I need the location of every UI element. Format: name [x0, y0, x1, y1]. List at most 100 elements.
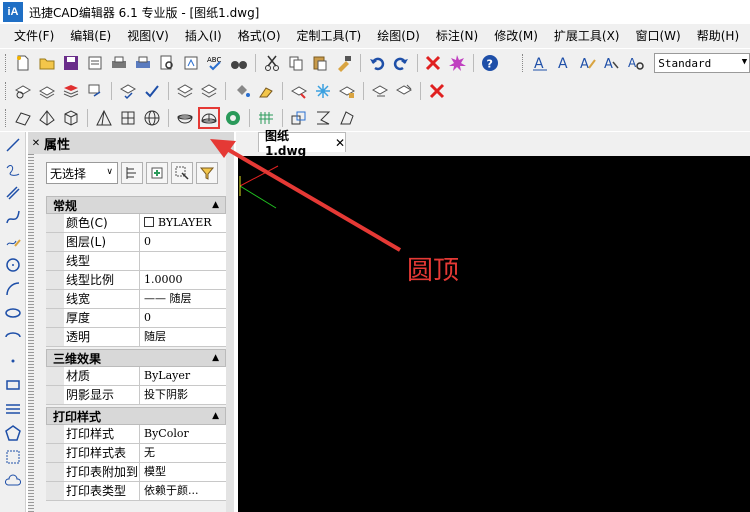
panel-grip[interactable] — [28, 154, 34, 512]
zoom-preview-icon[interactable] — [156, 52, 178, 74]
property-value[interactable]: BYLAYER — [140, 214, 226, 232]
wedge-surface-icon[interactable] — [36, 107, 58, 129]
print-preview-icon[interactable] — [84, 52, 106, 74]
menu-file[interactable]: 文件(F) — [6, 24, 62, 48]
torus-surface-icon[interactable] — [222, 107, 244, 129]
edit-text-icon[interactable]: A — [577, 52, 599, 74]
property-row-plot-table[interactable]: 打印样式表无 — [46, 444, 226, 463]
text-style-icon[interactable]: A — [529, 52, 551, 74]
highlight-icon[interactable] — [255, 80, 277, 102]
property-row-plot-style[interactable]: 打印样式 ByColor — [46, 425, 226, 444]
sphere-surface-icon[interactable] — [141, 107, 163, 129]
property-value[interactable]: 无 — [140, 444, 226, 462]
multiline-icon[interactable] — [2, 182, 24, 204]
region-icon[interactable] — [2, 446, 24, 468]
text-style-select[interactable]: Standard ▼ — [654, 53, 750, 73]
layer-merge-icon[interactable] — [174, 80, 196, 102]
redo-icon[interactable] — [390, 52, 412, 74]
cloud-icon[interactable] — [2, 470, 24, 492]
toggle-pickadd-button[interactable] — [121, 162, 143, 184]
layer-delete-icon[interactable] — [393, 80, 415, 102]
collapse-icon[interactable]: ▲ — [212, 200, 219, 210]
property-row-plot-attached[interactable]: 打印表附加到 模型 — [46, 463, 226, 482]
arc-icon[interactable] — [2, 278, 24, 300]
toolbar-grip[interactable] — [522, 54, 525, 72]
ellipse-arc-icon[interactable] — [2, 326, 24, 348]
select-objects-button[interactable] — [146, 162, 168, 184]
pyramid-surface-icon[interactable] — [93, 107, 115, 129]
spell-check-icon[interactable]: ABC — [204, 52, 226, 74]
property-value[interactable]: 0 — [140, 309, 226, 327]
property-row-plot-type[interactable]: 打印表类型 依赖于颜... — [46, 482, 226, 501]
toolbar-grip[interactable] — [5, 82, 8, 100]
layer-check-icon[interactable] — [141, 80, 163, 102]
property-row-layer[interactable]: 图层(L) 0 — [46, 233, 226, 252]
layer-previous-icon[interactable] — [84, 80, 106, 102]
property-row-linetype[interactable]: 线型 — [46, 252, 226, 271]
layer-iso-icon[interactable] — [117, 80, 139, 102]
property-value[interactable] — [140, 252, 226, 270]
selection-dropdown[interactable]: 无选择 ∨ — [46, 162, 118, 184]
toolbar-grip[interactable] — [5, 109, 8, 127]
dish-surface-icon[interactable] — [174, 107, 196, 129]
explode-icon[interactable] — [446, 52, 468, 74]
publish-icon[interactable] — [180, 52, 202, 74]
delete-x-icon[interactable] — [423, 52, 445, 74]
panel-scrollbar[interactable] — [226, 154, 234, 512]
menu-view[interactable]: 视图(V) — [119, 24, 177, 48]
cut-icon[interactable] — [261, 52, 283, 74]
box-surface-icon[interactable] — [12, 107, 34, 129]
menu-customize[interactable]: 定制工具(T) — [289, 24, 370, 48]
property-row-linetype-scale[interactable]: 线型比例 1.0000 — [46, 271, 226, 290]
property-value[interactable]: 1.0000 — [140, 271, 226, 289]
open-folder-icon[interactable] — [36, 52, 58, 74]
document-tab[interactable]: 图纸1.dwg ✕ — [258, 129, 346, 158]
property-value[interactable]: 0 — [140, 233, 226, 251]
property-value[interactable]: ByColor — [140, 425, 226, 443]
menu-insert[interactable]: 插入(I) — [177, 24, 230, 48]
ellipse-icon[interactable] — [2, 302, 24, 324]
paste-icon[interactable] — [309, 52, 331, 74]
revolved-surface-icon[interactable] — [288, 107, 310, 129]
circle-icon[interactable] — [2, 254, 24, 276]
text-mirror-icon[interactable]: A — [601, 52, 623, 74]
collapse-icon[interactable]: ▲ — [212, 353, 219, 363]
find-text-icon[interactable]: A — [625, 52, 647, 74]
paint-bucket-icon[interactable] — [231, 80, 253, 102]
property-value[interactable]: 依赖于颜... — [140, 482, 226, 500]
hatch-icon[interactable] — [2, 398, 24, 420]
menu-format[interactable]: 格式(O) — [230, 24, 289, 48]
menu-draw[interactable]: 绘图(D) — [369, 24, 428, 48]
property-value[interactable]: —— 随层 — [140, 290, 226, 308]
menu-edit[interactable]: 编辑(E) — [62, 24, 119, 48]
menu-window[interactable]: 窗口(W) — [628, 24, 689, 48]
help-icon[interactable]: ? — [479, 52, 501, 74]
drawing-canvas[interactable] — [238, 156, 750, 512]
ruled-surface-icon[interactable] — [336, 107, 358, 129]
menu-extensions[interactable]: 扩展工具(X) — [546, 24, 628, 48]
dome-surface-icon[interactable] — [198, 107, 220, 129]
sketch-icon[interactable] — [2, 230, 24, 252]
quick-select-button[interactable] — [171, 162, 193, 184]
polygon-icon[interactable] — [2, 422, 24, 444]
layer-properties-icon[interactable] — [36, 80, 58, 102]
new-file-icon[interactable] — [12, 52, 34, 74]
layer-walk-icon[interactable] — [198, 80, 220, 102]
layer-lock-icon[interactable] — [336, 80, 358, 102]
close-icon[interactable]: ✕ — [30, 138, 42, 149]
polyline-icon[interactable] — [2, 158, 24, 180]
single-line-text-icon[interactable]: A — [553, 52, 575, 74]
property-value[interactable]: 模型 — [140, 463, 226, 481]
property-value[interactable]: 投下阴影 — [140, 386, 226, 404]
property-row-material[interactable]: 材质 ByLayer — [46, 367, 226, 386]
printer-icon[interactable] — [108, 52, 130, 74]
rectangle-icon[interactable] — [2, 374, 24, 396]
line-icon[interactable] — [2, 134, 24, 156]
cancel-x-icon[interactable] — [426, 80, 448, 102]
tabulated-surface-icon[interactable] — [312, 107, 334, 129]
undo-icon[interactable] — [366, 52, 388, 74]
layer-off-icon[interactable] — [288, 80, 310, 102]
binoculars-icon[interactable] — [228, 52, 250, 74]
section-general[interactable]: 常规 ▲ — [46, 196, 226, 214]
property-row-lineweight[interactable]: 线宽 —— 随层 — [46, 290, 226, 309]
